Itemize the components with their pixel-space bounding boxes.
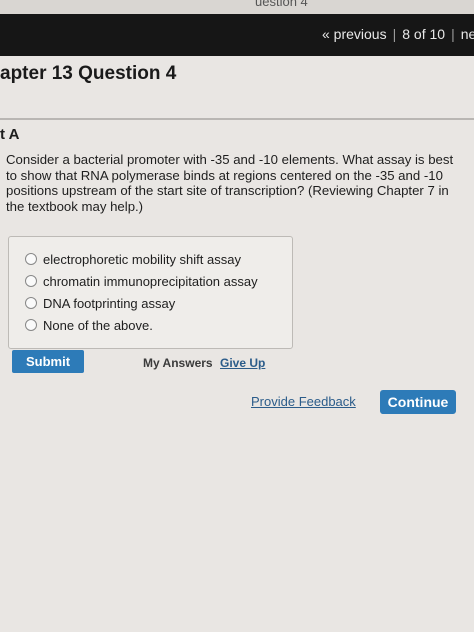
question-line: Consider a bacterial promoter with -35 a… <box>6 152 454 167</box>
previous-link[interactable]: « previous <box>322 26 387 42</box>
answer-choices: electrophoretic mobility shift assay chr… <box>8 236 293 349</box>
continue-button[interactable]: Continue <box>380 390 456 414</box>
question-line: positions upstream of the start site of … <box>6 183 449 198</box>
choice-label: chromatin immunoprecipitation assay <box>43 273 258 289</box>
question-line: to show that RNA polymerase binds at reg… <box>6 167 443 183</box>
choice-option[interactable]: electrophoretic mobility shift assay <box>25 249 241 269</box>
give-up-link[interactable]: Give Up <box>220 356 265 370</box>
nav-separator: | <box>392 26 397 42</box>
next-link[interactable]: ne <box>461 26 474 42</box>
divider <box>0 118 474 120</box>
radio-button[interactable] <box>25 319 37 331</box>
top-strip-text: uestion 4 <box>255 0 308 9</box>
choice-label: DNA footprinting assay <box>43 295 176 311</box>
question-text: Consider a bacterial promoter with -35 a… <box>6 152 468 214</box>
submit-button[interactable]: Submit <box>12 350 84 373</box>
radio-button[interactable] <box>25 297 37 309</box>
page-title: apter 13 Question 4 <box>0 63 177 84</box>
provide-feedback-link[interactable]: Provide Feedback <box>251 394 356 409</box>
choice-label: None of the above. <box>43 317 153 333</box>
my-answers-label: My Answers <box>143 356 213 370</box>
nav-separator: | <box>451 26 455 42</box>
question-line: the textbook may help.) <box>6 198 144 214</box>
choice-label: electrophoretic mobility shift assay <box>43 251 241 267</box>
part-label: t A <box>0 126 20 143</box>
radio-button[interactable] <box>25 253 37 265</box>
question-position: 8 of 10 <box>402 26 446 42</box>
question-navigation: « previous | 8 of 10 | ne <box>322 26 474 42</box>
choice-option[interactable]: None of the above. <box>25 315 153 335</box>
choice-option[interactable]: DNA footprinting assay <box>25 293 175 313</box>
radio-button[interactable] <box>25 275 37 287</box>
top-strip: uestion 4 <box>0 0 474 14</box>
choice-option[interactable]: chromatin immunoprecipitation assay <box>25 271 258 291</box>
